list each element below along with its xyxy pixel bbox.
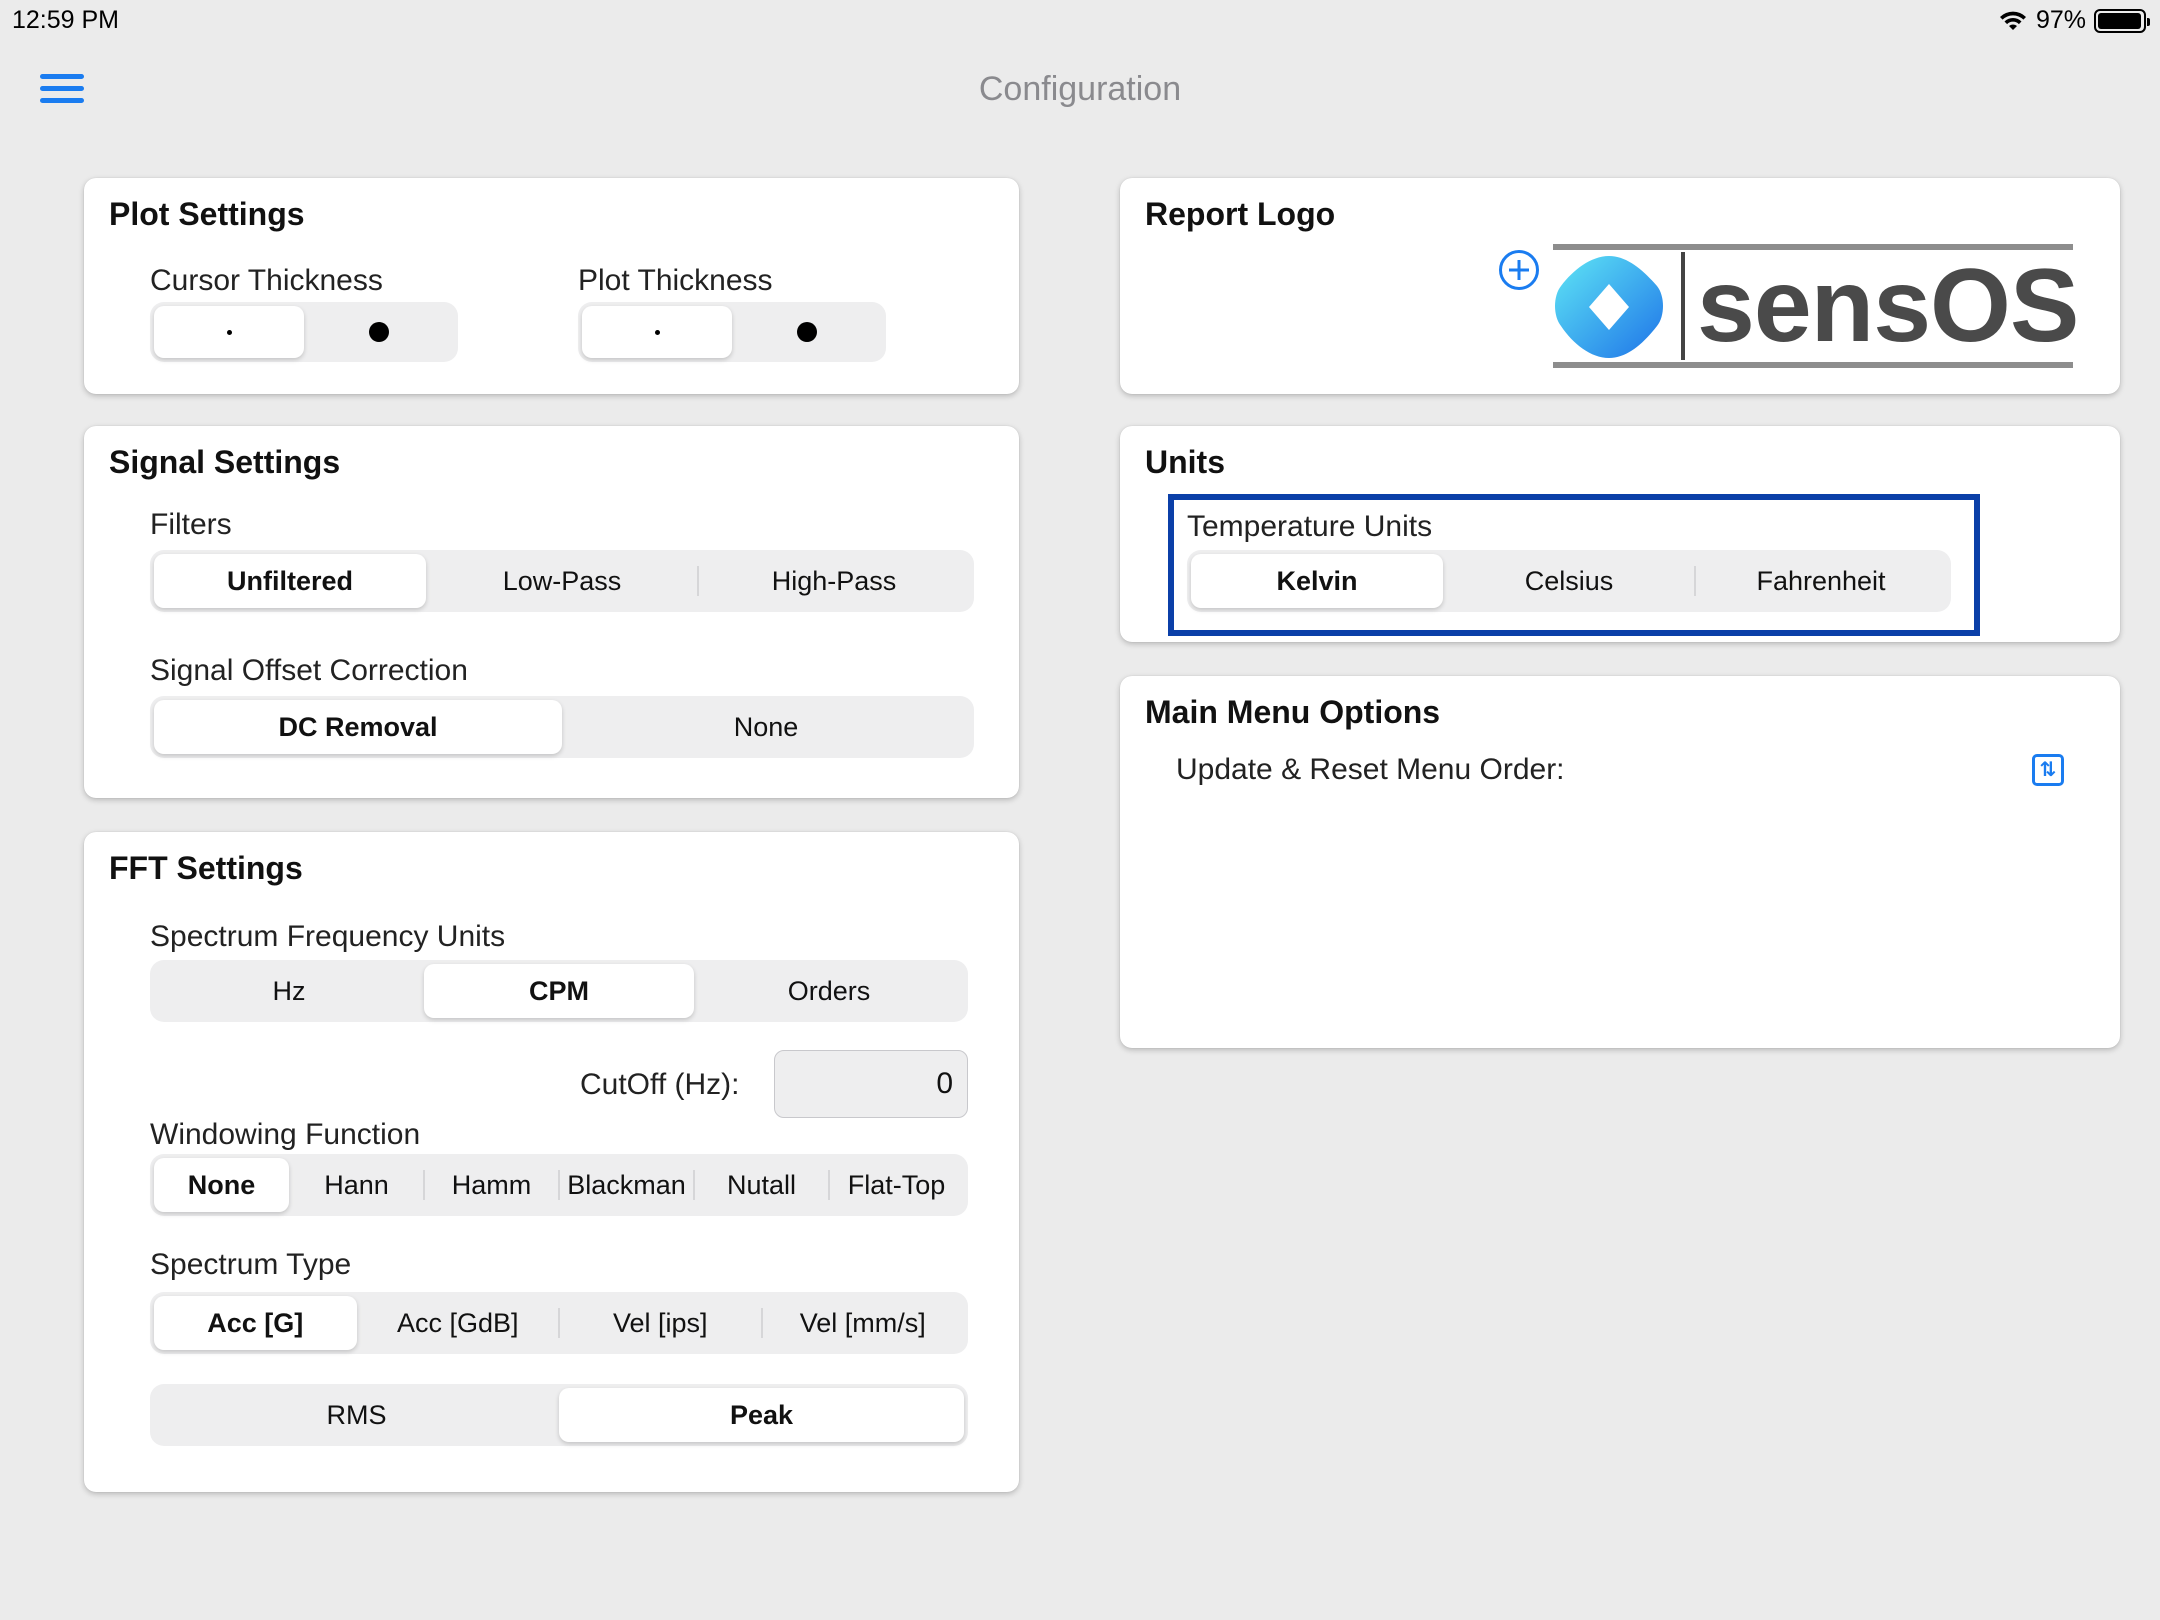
plot-settings-title: Plot Settings [109, 196, 305, 232]
spectrum-vel-mms[interactable]: Vel [mm/s] [760, 1296, 965, 1350]
battery-icon [2094, 8, 2150, 33]
main-menu-options-card: Main Menu Options Update & Reset Menu Or… [1120, 676, 2120, 1048]
cursor-thickness-label: Cursor Thickness [150, 264, 383, 297]
window-hamm[interactable]: Hamm [423, 1158, 559, 1212]
reorder-menu-label: Update & Reset Menu Order: [1176, 753, 1565, 786]
plot-thin-option[interactable] [582, 306, 732, 358]
battery-percent: 97% [2035, 6, 2086, 34]
offset-correction-control: DC Removal None [150, 696, 974, 758]
signal-settings-title: Signal Settings [109, 444, 341, 480]
temperature-units-control: Kelvin Celsius Fahrenheit [1187, 550, 1951, 612]
temp-celsius[interactable]: Celsius [1443, 554, 1695, 608]
spectrum-type-control: Acc [G] Acc [GdB] Vel [ips] Vel [mm/s] [150, 1292, 968, 1354]
amplitude-peak[interactable]: Peak [559, 1388, 964, 1442]
spectrum-acc-g[interactable]: Acc [G] [154, 1296, 357, 1350]
page-title: Configuration [978, 70, 1182, 108]
freq-unit-cpm[interactable]: CPM [424, 964, 694, 1018]
frequency-units-label: Spectrum Frequency Units [150, 920, 506, 953]
window-nutall[interactable]: Nutall [693, 1158, 829, 1212]
main-menu-options-title: Main Menu Options [1145, 694, 1441, 730]
filter-unfiltered[interactable]: Unfiltered [154, 554, 426, 608]
signal-settings-card: Signal Settings Filters Unfiltered Low-P… [84, 426, 1019, 798]
plot-settings-card: Plot Settings Cursor Thickness Plot Thic… [84, 178, 1019, 394]
cutoff-label: CutOff (Hz): [580, 1068, 740, 1101]
cursor-thickness-control [150, 302, 458, 362]
spectrum-acc-gdb[interactable]: Acc [GdB] [357, 1296, 560, 1350]
freq-unit-orders[interactable]: Orders [694, 964, 964, 1018]
units-title: Units [1145, 444, 1225, 480]
cursor-thick-option[interactable] [304, 306, 454, 358]
plot-thickness-label: Plot Thickness [578, 264, 773, 297]
units-card: Units Temperature Units Kelvin Celsius F… [1120, 426, 2120, 642]
windowing-function-control: None Hann Hamm Blackman Nutall Flat-Top [150, 1154, 968, 1216]
report-logo-title: Report Logo [1145, 196, 1336, 232]
offset-dc-removal[interactable]: DC Removal [154, 700, 562, 754]
temperature-units-label: Temperature Units [1187, 510, 1433, 543]
amplitude-mode-control: RMS Peak [150, 1384, 968, 1446]
plot-thickness-control [578, 302, 886, 362]
add-logo-icon[interactable] [1499, 250, 1539, 290]
plot-thick-option[interactable] [732, 306, 882, 358]
temp-kelvin[interactable]: Kelvin [1191, 554, 1443, 608]
freq-unit-hz[interactable]: Hz [154, 964, 424, 1018]
status-time: 12:59 PM [12, 6, 120, 34]
cursor-thin-option[interactable] [154, 306, 304, 358]
fft-settings-title: FFT Settings [109, 850, 303, 886]
fft-settings-card: FFT Settings Spectrum Frequency Units Hz… [84, 832, 1019, 1492]
offset-none[interactable]: None [562, 700, 970, 754]
spectrum-type-label: Spectrum Type [150, 1248, 352, 1281]
amplitude-rms[interactable]: RMS [154, 1388, 559, 1442]
wifi-icon [1999, 11, 2026, 30]
filter-low-pass[interactable]: Low-Pass [426, 554, 698, 608]
filters-control: Unfiltered Low-Pass High-Pass [150, 550, 974, 612]
report-logo-image[interactable]: sensOS [1553, 244, 2079, 368]
status-bar: 12:59 PM 97% [0, 0, 2160, 40]
battery-level [2098, 12, 2141, 29]
report-logo-card: Report Logo sensOS [1120, 178, 2120, 394]
window-hann[interactable]: Hann [289, 1158, 424, 1212]
spectrum-vel-ips[interactable]: Vel [ips] [558, 1296, 762, 1350]
temp-fahrenheit[interactable]: Fahrenheit [1694, 554, 1947, 608]
logo-text: sensOS [1697, 248, 2079, 364]
frequency-units-control: Hz CPM Orders [150, 960, 968, 1022]
reorder-menu-icon[interactable]: ⇅ [2032, 754, 2064, 786]
window-blackman[interactable]: Blackman [558, 1158, 694, 1212]
window-flat-top[interactable]: Flat-Top [828, 1158, 964, 1212]
offset-correction-label: Signal Offset Correction [150, 654, 468, 687]
window-none[interactable]: None [154, 1158, 289, 1212]
filters-label: Filters [150, 508, 232, 541]
cutoff-input[interactable]: 0 [774, 1050, 968, 1118]
windowing-function-label: Windowing Function [150, 1118, 421, 1151]
logo-divider [1681, 252, 1685, 360]
filter-high-pass[interactable]: High-Pass [697, 554, 970, 608]
status-indicators: 97% [1998, 6, 2150, 35]
sensos-mark-icon [1555, 256, 1663, 358]
